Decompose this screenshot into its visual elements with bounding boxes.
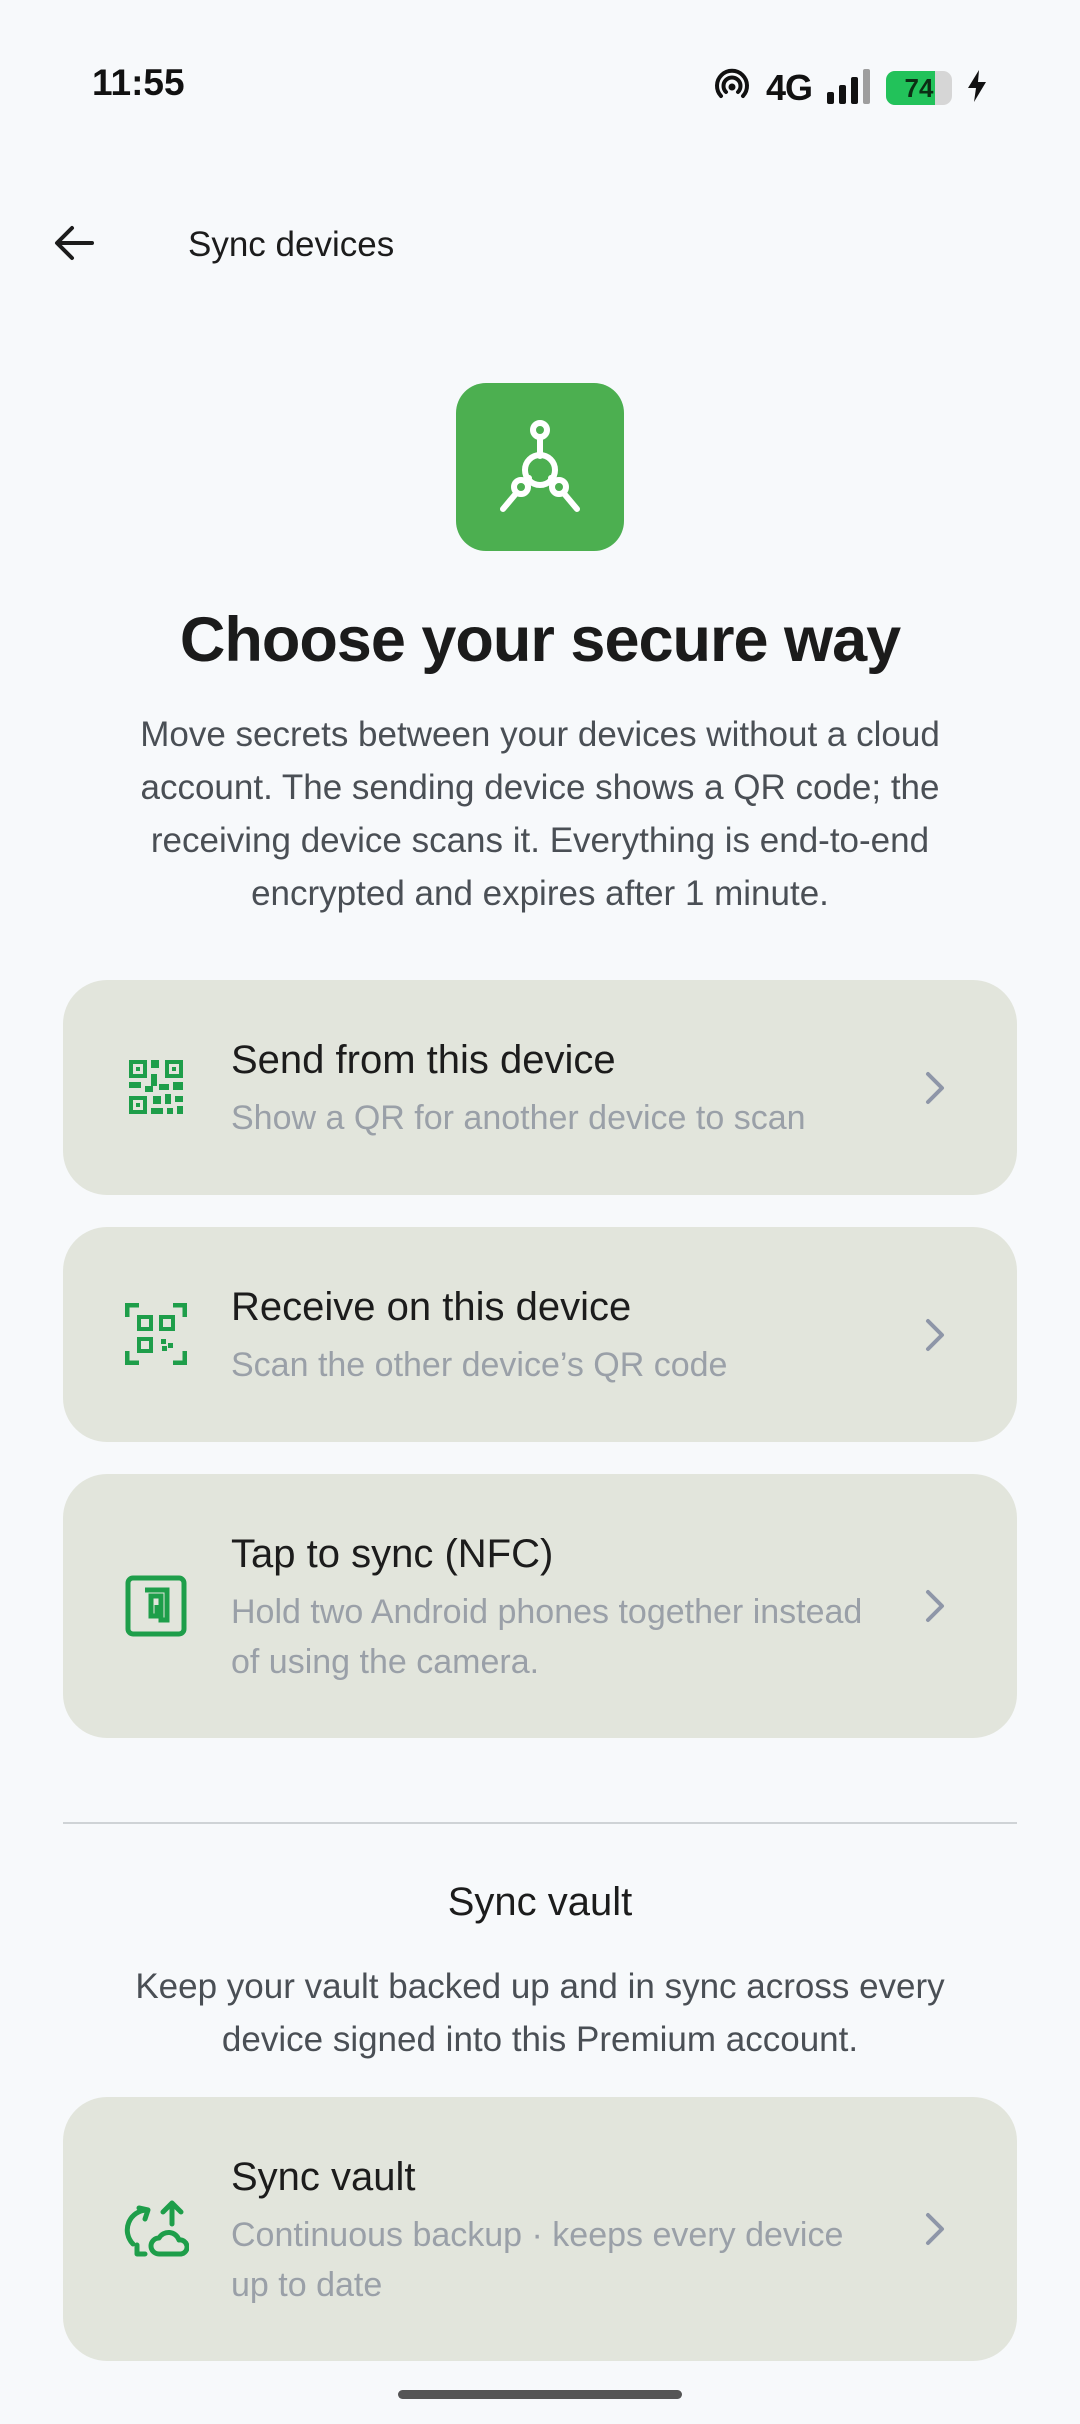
page-title: Sync devices [188, 225, 395, 264]
card-subtitle: Show a QR for another device to scan [231, 1099, 806, 1137]
nfc-icon [121, 1571, 191, 1641]
sync-vault-description: Keep your vault backed up and in sync ac… [135, 1967, 945, 2059]
section-divider [63, 1822, 1017, 1824]
home-indicator[interactable] [398, 2390, 682, 2399]
status-time: 11:55 [92, 62, 185, 103]
charging-bolt-icon [966, 69, 988, 108]
card-subtitle: Continuous backup · keeps every device u… [231, 2216, 844, 2304]
qr-code-icon [121, 1052, 191, 1122]
hotspot-icon [712, 66, 752, 111]
card-subtitle: Hold two Android phones together instead… [231, 1593, 863, 1681]
receive-on-device-card[interactable]: Receive on this device Scan the other de… [63, 1227, 1017, 1442]
sync-vault-card[interactable]: Sync vault Continuous backup · keeps eve… [63, 2097, 1017, 2361]
card-title: Send from this device [231, 1038, 616, 1082]
signal-icon [826, 68, 872, 109]
card-title: Sync vault [231, 2155, 416, 2199]
cloud-sync-icon [121, 2194, 191, 2264]
chevron-right-icon [915, 2209, 955, 2249]
hero-description: Move secrets between your devices withou… [140, 715, 940, 913]
chevron-right-icon [915, 1068, 955, 1108]
battery-level: 74 [904, 72, 934, 103]
chevron-right-icon [915, 1315, 955, 1355]
card-title: Tap to sync (NFC) [231, 1532, 554, 1576]
network-type: 4G [765, 67, 813, 108]
top-app-bar: Sync devices [0, 195, 1080, 295]
status-icons: 4G 74 [712, 66, 988, 110]
back-button[interactable] [38, 207, 110, 279]
sync-vault-heading: Sync vault [447, 1880, 633, 1924]
arrow-left-icon [55, 226, 94, 260]
qr-scan-icon [121, 1299, 191, 1369]
status-bar: 11:55 4G 74 [0, 0, 1080, 170]
card-title: Receive on this device [231, 1285, 632, 1329]
tap-to-sync-nfc-card[interactable]: Tap to sync (NFC) Hold two Android phone… [63, 1474, 1017, 1738]
battery-icon: 74 [886, 71, 952, 105]
hero-title: Choose your secure way [179, 605, 901, 675]
card-subtitle: Scan the other device’s QR code [231, 1346, 728, 1384]
sync-network-icon [456, 383, 624, 551]
chevron-right-icon [915, 1586, 955, 1626]
send-from-device-card[interactable]: Send from this device Show a QR for anot… [63, 980, 1017, 1195]
